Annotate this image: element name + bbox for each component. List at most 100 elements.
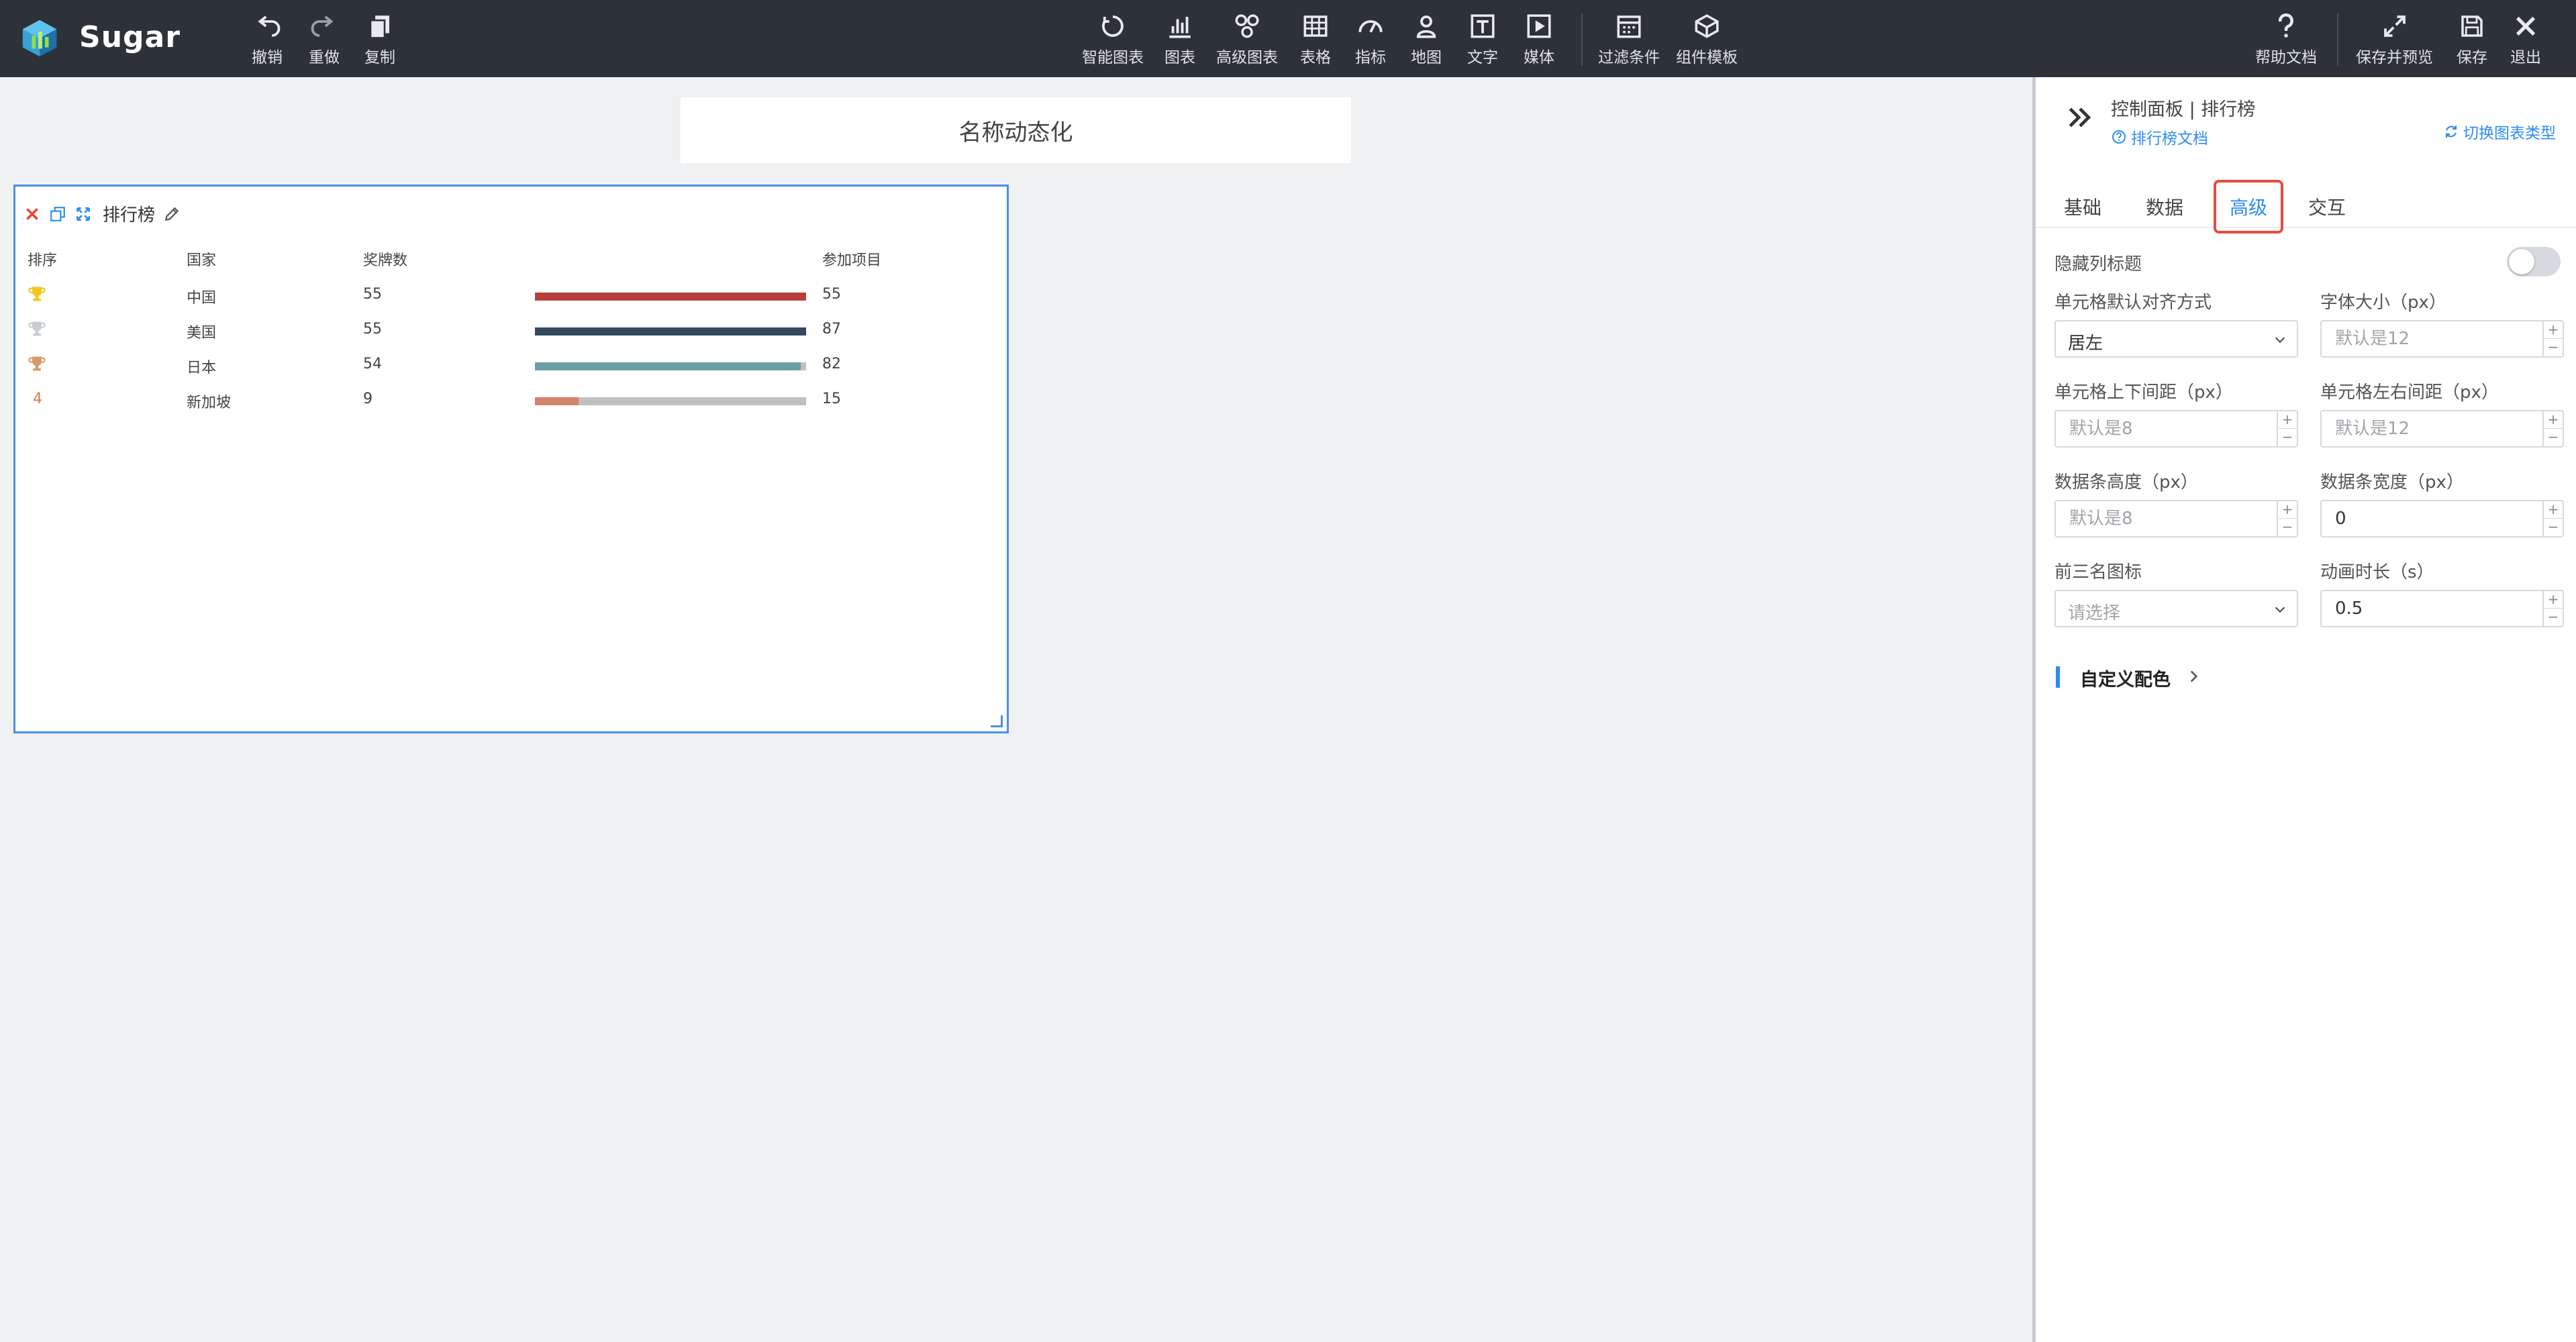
column-header-country: 国家: [187, 252, 217, 269]
column-header-projects: 参加项目: [822, 252, 882, 269]
chart-button[interactable]: 图表: [1165, 12, 1195, 68]
gold-trophy-icon: [28, 287, 46, 301]
fullscreen-icon[interactable]: [75, 205, 92, 223]
duplicate-icon[interactable]: [49, 205, 66, 223]
question-icon: [2278, 13, 2293, 38]
text-button[interactable]: 文字: [1467, 12, 1498, 68]
save-button[interactable]: 保存: [2457, 12, 2487, 68]
media-button[interactable]: 媒体: [1524, 12, 1554, 68]
edit-pencil-icon[interactable]: [163, 205, 181, 223]
cell-vpadding-input[interactable]: [2056, 411, 2277, 446]
custom-color-section[interactable]: 自定义配色: [2080, 665, 2171, 691]
chevron-right-icon[interactable]: [2185, 668, 2202, 685]
component-template-button[interactable]: 组件模板: [1676, 12, 1738, 68]
table-button[interactable]: 表格: [1300, 12, 1331, 68]
bar-width-input[interactable]: [2322, 501, 2543, 536]
title-card-text: 名称动态化: [958, 119, 1073, 146]
copy-icon: [369, 15, 389, 39]
bar-height-input[interactable]: [2056, 501, 2277, 536]
tab-interaction[interactable]: 交互: [2295, 187, 2359, 227]
stepper-down-icon[interactable]: −: [2542, 519, 2563, 536]
hide-column-title-toggle[interactable]: [2507, 247, 2561, 276]
stepper-down-icon[interactable]: −: [2542, 609, 2563, 626]
data-bar-track: [535, 397, 806, 405]
toolbar-separator: [2337, 13, 2338, 66]
filter-calendar-icon: [1617, 15, 1641, 38]
tab-data[interactable]: 数据: [2132, 187, 2197, 227]
cell-projects: 82: [822, 356, 841, 372]
cell-vpadding-stepper[interactable]: + −: [2054, 410, 2298, 448]
brand-name: Sugar: [79, 20, 181, 54]
exit-button[interactable]: 退出: [2510, 12, 2541, 68]
data-bar-fill: [535, 397, 579, 405]
cell-hpadding-label: 单元格左右间距（px）: [2320, 382, 2499, 403]
cell-country: 中国: [187, 290, 217, 307]
bar-height-stepper[interactable]: + −: [2054, 500, 2298, 537]
stepper-down-icon[interactable]: −: [2277, 519, 2297, 536]
filter-button[interactable]: 过滤条件: [1598, 12, 1660, 68]
bronze-trophy-icon: [28, 356, 46, 371]
undo-button[interactable]: 撤销: [252, 12, 283, 68]
stepper-up-icon[interactable]: +: [2542, 411, 2563, 429]
chevron-down-icon: [2275, 337, 2285, 344]
title-card[interactable]: 名称动态化: [681, 97, 1351, 163]
media-play-icon: [1527, 14, 1551, 38]
advanced-chart-button[interactable]: 高级图表: [1216, 12, 1278, 68]
cell-align-label: 单元格默认对齐方式: [2054, 293, 2212, 313]
stepper-up-icon[interactable]: +: [2277, 411, 2297, 429]
animation-duration-stepper[interactable]: + −: [2320, 590, 2564, 627]
data-bar-fill: [535, 293, 806, 301]
expand-icon: [2383, 15, 2406, 37]
bar-width-stepper[interactable]: + −: [2320, 500, 2564, 537]
design-canvas[interactable]: 名称动态化 排行榜 排序 国家 奖牌数 参加项目 中国 55 55 美国 55 87 日本 5…: [0, 77, 2032, 1342]
tab-basic[interactable]: 基础: [2050, 187, 2115, 227]
cell-medals: 55: [363, 286, 382, 303]
stepper-up-icon[interactable]: +: [2542, 321, 2563, 339]
collapse-panel-icon[interactable]: [2065, 103, 2095, 132]
ranking-widget[interactable]: 排行榜 排序 国家 奖牌数 参加项目 中国 55 55 美国 55 87 日本 54 82 4 新加…: [13, 185, 1009, 733]
save-preview-button[interactable]: 保存并预览: [2356, 12, 2433, 68]
indicator-button[interactable]: 指标: [1355, 12, 1386, 68]
map-button[interactable]: 地图: [1411, 12, 1442, 68]
stepper-up-icon[interactable]: +: [2277, 501, 2297, 519]
font-size-input[interactable]: [2322, 321, 2543, 356]
panel-tabs: 基础 数据 高级 交互: [2036, 174, 2576, 234]
data-bar-fill: [535, 327, 806, 336]
cube-icon: [1695, 14, 1719, 38]
table-row: 美国 55 87: [15, 313, 1007, 348]
stepper-down-icon[interactable]: −: [2542, 339, 2563, 356]
switch-chart-type-link[interactable]: 切换图表类型: [2443, 120, 2556, 143]
close-icon: [2516, 16, 2536, 36]
cell-align-select[interactable]: 居左: [2054, 320, 2298, 358]
font-size-stepper[interactable]: + −: [2320, 320, 2564, 358]
ranking-doc-link[interactable]: 排行榜文档: [2111, 125, 2208, 148]
control-panel: 控制面板 | 排行榜 排行榜文档 切换图表类型 基础 数据 高级 交互 隐藏列标…: [2032, 77, 2576, 1342]
stepper-up-icon[interactable]: +: [2542, 501, 2563, 519]
redo-button[interactable]: 重做: [309, 12, 340, 68]
copy-button[interactable]: 复制: [364, 12, 395, 68]
silver-trophy-icon: [28, 321, 46, 336]
top-toolbar: Sugar 撤销 重做 复制 智能图表 图表 高级图表 表格 指标 地图 文字: [0, 0, 2576, 77]
font-size-label: 字体大小（px）: [2320, 293, 2446, 313]
section-accent-bar: [2056, 666, 2060, 688]
top3-icon-select[interactable]: 请选择: [2054, 590, 2298, 627]
cell-projects: 55: [822, 286, 841, 303]
cell-hpadding-input[interactable]: [2322, 411, 2543, 446]
stepper-up-icon[interactable]: +: [2542, 591, 2563, 609]
delete-icon[interactable]: [23, 205, 41, 223]
resize-handle[interactable]: [991, 715, 1003, 727]
help-circle-icon: [2112, 130, 2126, 144]
stepper-down-icon[interactable]: −: [2277, 429, 2297, 446]
smart-chart-button[interactable]: 智能图表: [1082, 12, 1144, 68]
stepper-down-icon[interactable]: −: [2542, 429, 2563, 446]
animation-duration-input[interactable]: [2322, 591, 2543, 626]
smart-chart-icon: [1102, 15, 1124, 37]
tab-advanced[interactable]: 高级: [2214, 180, 2284, 234]
cell-hpadding-stepper[interactable]: + −: [2320, 410, 2564, 448]
widget-toolbar: 排行榜: [23, 201, 181, 226]
sugar-logo-icon: [22, 19, 57, 57]
help-doc-button[interactable]: 帮助文档: [2255, 12, 2317, 68]
gauge-icon: [1358, 20, 1383, 33]
data-bar-track: [535, 293, 806, 301]
advanced-chart-icon: [1235, 14, 1259, 38]
